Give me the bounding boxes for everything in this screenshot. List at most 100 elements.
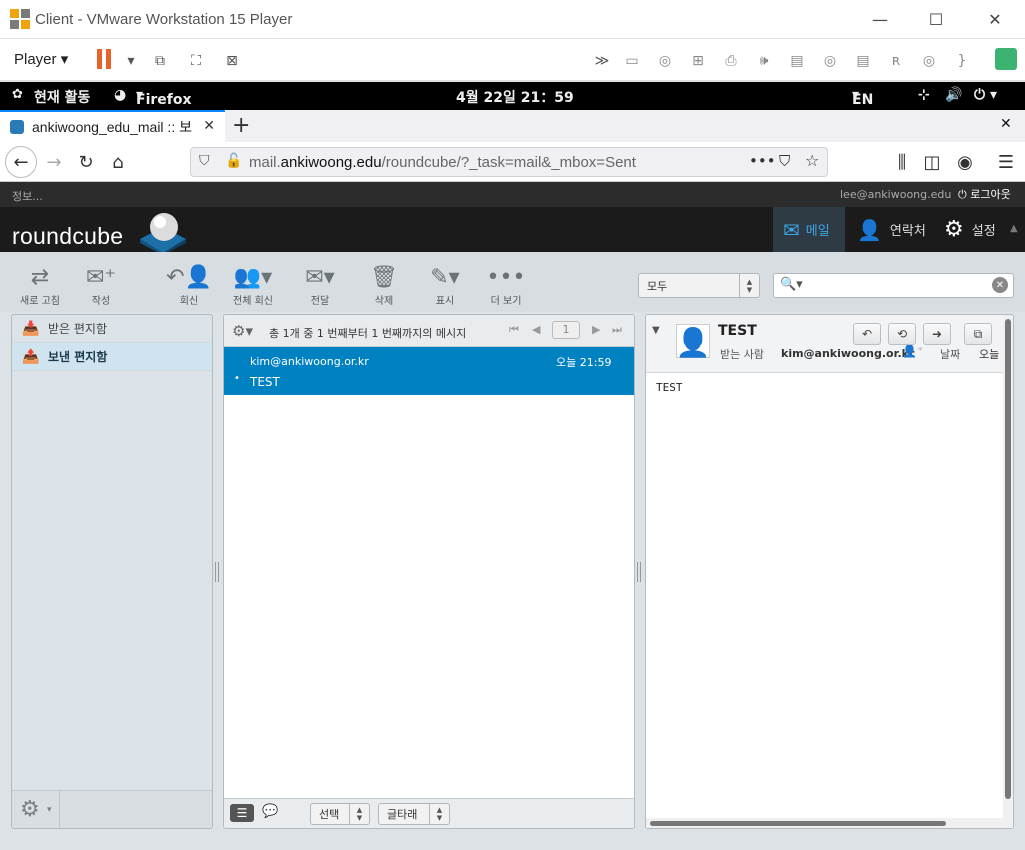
send-ctrl-alt-del-icon[interactable]: ⧉ (150, 51, 170, 71)
menu-icon[interactable]: ☰ (994, 150, 1018, 174)
pocket-icon[interactable]: ⛉ (779, 152, 790, 170)
disc-icon[interactable]: ◎ (820, 51, 840, 71)
pause-icon[interactable] (97, 49, 102, 69)
roundcube-logo[interactable]: roundcube (12, 223, 123, 250)
compose-button[interactable]: ✉⁺ 작성 (73, 262, 129, 308)
mark-button[interactable]: ✎▾ 표시 (417, 262, 473, 308)
network-status-icon[interactable]: ⊹ (918, 87, 930, 103)
last-page-icon[interactable]: ⏭ (612, 323, 622, 337)
next-page-icon[interactable]: ▶ (592, 323, 600, 336)
open-new-window-button[interactable]: ⧉ (964, 323, 992, 345)
reply-button[interactable]: ↶👤 회신 (161, 262, 217, 308)
folder-sent[interactable]: 📤 보낸 편지함 (12, 343, 212, 371)
first-page-icon[interactable]: ⏮ (509, 323, 519, 337)
nav-contacts[interactable]: 👤 연락처 (857, 207, 937, 252)
page-number[interactable]: 1 (552, 321, 580, 339)
preview-reply-all-button[interactable]: ⟲ (888, 323, 916, 345)
network-icon[interactable]: ⊞ (688, 51, 708, 71)
fullscreen-icon[interactable]: ⛶ (186, 51, 206, 71)
activities-button[interactable]: 현재 활동 (34, 87, 90, 107)
home-icon[interactable]: ⌂ (106, 150, 130, 174)
splitter-right[interactable] (637, 562, 641, 582)
select-menu[interactable]: 선택 ▲ ▼ (310, 803, 370, 825)
cd-icon[interactable]: ◎ (655, 51, 675, 71)
account-icon[interactable]: ◉ (953, 150, 977, 174)
pause-dropdown-icon[interactable]: ▾ (121, 51, 141, 71)
bookmark-star-icon[interactable]: ☆ (805, 151, 819, 170)
bracket-icon[interactable]: } (952, 51, 972, 71)
header-toggle-icon[interactable]: ▼ (652, 325, 660, 336)
close-window-button[interactable]: ✕ (975, 6, 1015, 32)
vertical-scrollbar[interactable] (1003, 315, 1013, 818)
maximize-button[interactable]: ☐ (916, 6, 956, 32)
usb-icon[interactable]: ▤ (787, 51, 807, 71)
insecure-lock-icon[interactable]: 🔓 (225, 153, 242, 169)
delete-button[interactable]: 🗑 삭제 (356, 262, 412, 308)
more-devices-icon[interactable]: ≫ (592, 51, 612, 71)
shield-icon[interactable]: ⛉ (199, 153, 210, 169)
about-link[interactable]: 정보... (12, 188, 43, 204)
sound-icon[interactable]: 🕪 (754, 51, 774, 71)
threads-menu[interactable]: 글타래 ▲ ▼ (378, 803, 450, 825)
folder-inbox[interactable]: 📥 받은 편지함 (12, 315, 212, 343)
splitter-left[interactable] (215, 562, 219, 582)
volume-icon[interactable]: 🔊 (945, 87, 962, 103)
list-options-gear-icon[interactable]: ⚙▾ (232, 322, 253, 340)
library-icon[interactable]: ⫼ (890, 150, 914, 174)
hdd-icon[interactable]: ▭ (622, 51, 642, 71)
message-row[interactable]: kim@ankiwoong.or.kr 오늘 21:59 • TEST (224, 347, 634, 395)
nav-mail[interactable]: ✉ 메일 (773, 207, 845, 252)
player-menu[interactable]: Player ▾ (14, 50, 68, 68)
device-icon[interactable]: ▤ (853, 51, 873, 71)
page-actions-icon[interactable]: ••• (749, 152, 776, 170)
bluetooth-icon[interactable]: ʀ (886, 51, 906, 71)
roundcube-header: roundcube ✉ 메일 👤 연락처 ⚙ 설정 ▲ (0, 207, 1025, 255)
thread-view-icon[interactable]: 💬 (262, 804, 278, 819)
reply-all-button[interactable]: 👥▾ 전체 회신 (225, 262, 281, 308)
unity-icon[interactable]: ⊠ (222, 51, 242, 71)
horizontal-scrollbar[interactable] (646, 818, 1013, 828)
list-view-icon[interactable]: ☰ (230, 804, 254, 822)
disc2-icon[interactable]: ◎ (919, 51, 939, 71)
folder-settings-gear-icon[interactable]: ⚙ (20, 797, 40, 822)
more-button[interactable]: ••• 더 보기 (478, 262, 534, 308)
close-browser-icon[interactable]: ✕ (1000, 116, 1012, 132)
tab-close-icon[interactable]: ✕ (203, 118, 215, 134)
tab-title: ankiwoong_edu_mail :: 보 (32, 119, 192, 135)
search-icon[interactable]: 🔍▾ (780, 277, 803, 292)
nav-settings[interactable]: ⚙ 설정 (944, 207, 1004, 252)
search-filter-select[interactable]: 모두 ▲ ▼ (638, 273, 760, 298)
url-bar[interactable]: ⛉ 🔓 mail.ankiwoong.edu/roundcube/?_task=… (190, 147, 828, 177)
date-value: 오늘 (979, 348, 1000, 361)
add-contact-icon[interactable]: 👤⁺ (902, 344, 923, 358)
refresh-button[interactable]: ⇄ 새로 고침 (12, 262, 68, 308)
activities-icon[interactable]: ✿ (12, 87, 23, 102)
notes-icon[interactable] (995, 48, 1017, 70)
app-menu[interactable]: Firefox ▾ (136, 87, 192, 108)
forward-icon[interactable]: → (42, 150, 66, 174)
reload-icon[interactable]: ↻ (74, 150, 98, 174)
prev-page-icon[interactable]: ◀ (532, 323, 540, 336)
preview-reply-button[interactable]: ↶ (853, 323, 881, 345)
minimize-button[interactable]: — (860, 6, 900, 32)
roundcube-favicon-icon (10, 120, 24, 134)
logout-button[interactable]: ⏻ 로그아웃 (958, 186, 1011, 202)
username: lee@ankiwoong.edu (840, 188, 952, 201)
new-tab-icon[interactable]: + (232, 113, 250, 138)
back-icon[interactable]: ← (5, 146, 37, 178)
more-dots-icon: ••• (486, 264, 526, 290)
search-input[interactable]: 🔍▾ ✕ (773, 273, 1014, 298)
to-address[interactable]: kim@ankiwoong.or.kr (781, 347, 914, 360)
power-icon[interactable]: ⏻ ▾ (974, 87, 997, 103)
preview-forward-button[interactable]: ➜ (923, 323, 951, 345)
search-reset-icon[interactable]: ✕ (992, 277, 1008, 293)
clock[interactable]: 4월 22일 21：59 (456, 87, 574, 107)
printer-icon[interactable]: ⎙ (721, 51, 741, 71)
language-menu[interactable]: EN ▾ (852, 87, 873, 108)
collapse-header-icon[interactable]: ▲ (1010, 223, 1018, 234)
forward-button[interactable]: ✉▾ 전달 (292, 262, 348, 308)
compose-icon: ✉⁺ (85, 264, 117, 290)
firefox-app-icon[interactable]: ◕ (114, 87, 126, 103)
sidebar-icon[interactable]: ◫ (920, 150, 944, 174)
browser-tab[interactable]: ankiwoong_edu_mail :: 보 ✕ (0, 110, 225, 142)
